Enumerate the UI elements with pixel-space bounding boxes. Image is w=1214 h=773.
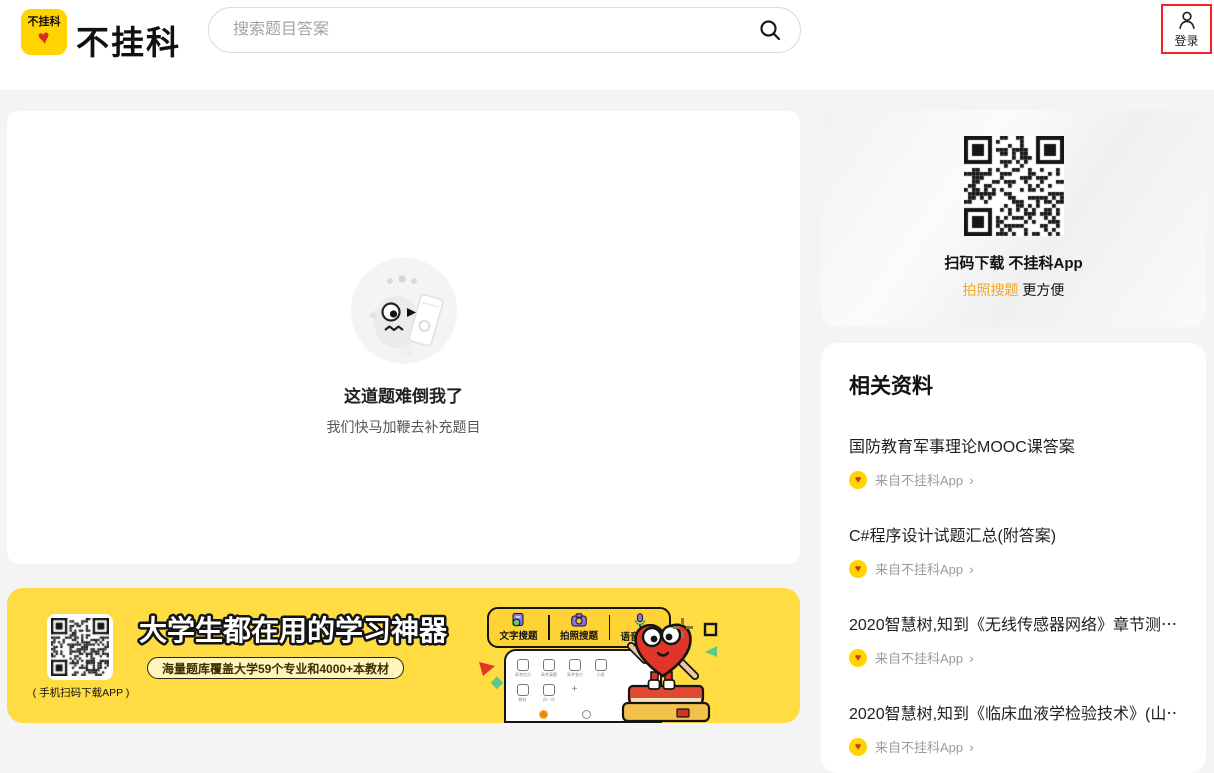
source-label: 来自不挂科App [875,470,963,489]
app-logo-icon[interactable]: 不挂科 ♥ [21,9,67,55]
app-download-card: 扫码下载 不挂科App 拍照搜题 更方便 [821,110,1206,327]
related-heading: 相关资料 [849,370,1178,400]
deco-shapes-left [477,658,507,690]
app-logo-icon: ♥ [849,471,867,489]
related-item[interactable]: 2020智慧树,知到《无线传感器网络》章节测⋯ ♥ 来自不挂科App › [849,611,1178,667]
feature-label: 拍照搜题 [560,628,598,642]
heart-icon: ♥ [37,27,52,48]
related-item-title[interactable]: 2020智慧树,知到《无线传感器网络》章节测⋯ [849,611,1178,635]
related-item-source[interactable]: ♥ 来自不挂科App › [849,559,1178,578]
related-item[interactable]: 2020智慧树,知到《临床血液学检验技术》(山⋯ ♥ 来自不挂科App › [849,700,1178,756]
app-logo-icon: ♥ [849,738,867,756]
search-input[interactable] [233,21,758,39]
empty-result-card: 这道题难倒我了 我们快马加鞭去补充题目 [7,111,800,564]
banner-badge: 海量题库覆盖大学59个专业和4000+本教材 [147,657,404,679]
related-materials-card: 相关资料 国防教育军事理论MOOC课答案 ♥ 来自不挂科App › C#程序设计… [821,343,1206,773]
feature-label: 文字搜题 [499,628,537,642]
login-button[interactable]: 登录 [1161,4,1212,54]
app-logo-icon: ♥ [849,560,867,578]
user-icon [1176,9,1198,31]
empty-state-subtitle: 我们快马加鞭去补充题目 [327,417,481,437]
phone-nav-profile-icon [582,710,591,719]
login-label: 登录 [1174,32,1198,49]
download-line2-rest: 更方便 [1019,282,1065,298]
deco-shapes-right [673,618,719,658]
feature-photo-search[interactable]: 拍照搜题 [550,609,609,646]
brand-wordmark: 不挂科 [76,16,181,64]
related-item-title[interactable]: 2020智慧树,知到《临床血液学检验技术》(山⋯ [849,700,1178,724]
document-search-icon [511,613,526,627]
chevron-right-icon: › [969,739,974,755]
related-item-title[interactable]: C#程序设计试题汇总(附答案) [849,522,1178,546]
svg-text:大学生都在用的学习神器: 大学生都在用的学习神器 [139,614,448,646]
top-header: 不挂科 ♥ 不挂科 登录 [0,0,1214,90]
app-promo-banner[interactable]: ( 手机扫码下载APP ) 大学生都在用的学习神器 海量题库覆盖大学59个专业和… [7,588,800,723]
qr-code [964,136,1064,236]
qr-code [51,618,109,676]
app-logo-icon: ♥ [849,649,867,667]
banner-qr-card [47,614,113,680]
search-icon[interactable] [758,18,782,42]
download-line2: 拍照搜题 更方便 [963,280,1065,300]
related-item-source[interactable]: ♥ 来自不挂科App › [849,737,1178,756]
banner-qr-caption: ( 手机扫码下载APP ) [25,685,137,700]
banner-title: 大学生都在用的学习神器 [135,606,465,652]
chevron-right-icon: › [969,561,974,577]
search-bar[interactable] [208,7,801,53]
related-item-source[interactable]: ♥ 来自不挂科App › [849,470,1178,489]
chevron-right-icon: › [969,650,974,666]
source-label: 来自不挂科App [875,648,963,667]
related-item-title[interactable]: 国防教育军事理论MOOC课答案 [849,433,1178,457]
empty-mascot-illustration [351,258,457,364]
source-label: 来自不挂科App [875,737,963,756]
phone-nav-home-icon [539,710,548,719]
related-item[interactable]: C#程序设计试题汇总(附答案) ♥ 来自不挂科App › [849,522,1178,578]
related-item-source[interactable]: ♥ 来自不挂科App › [849,648,1178,667]
related-item[interactable]: 国防教育军事理论MOOC课答案 ♥ 来自不挂科App › [849,433,1178,489]
source-label: 来自不挂科App [875,559,963,578]
chevron-right-icon: › [969,472,974,488]
download-line2-highlight: 拍照搜题 [963,282,1019,298]
empty-state-title: 这道题难倒我了 [344,382,463,407]
feature-text-search[interactable]: 文字搜题 [489,609,548,646]
download-line1: 扫码下载 不挂科App [944,252,1082,273]
camera-icon [571,613,587,627]
